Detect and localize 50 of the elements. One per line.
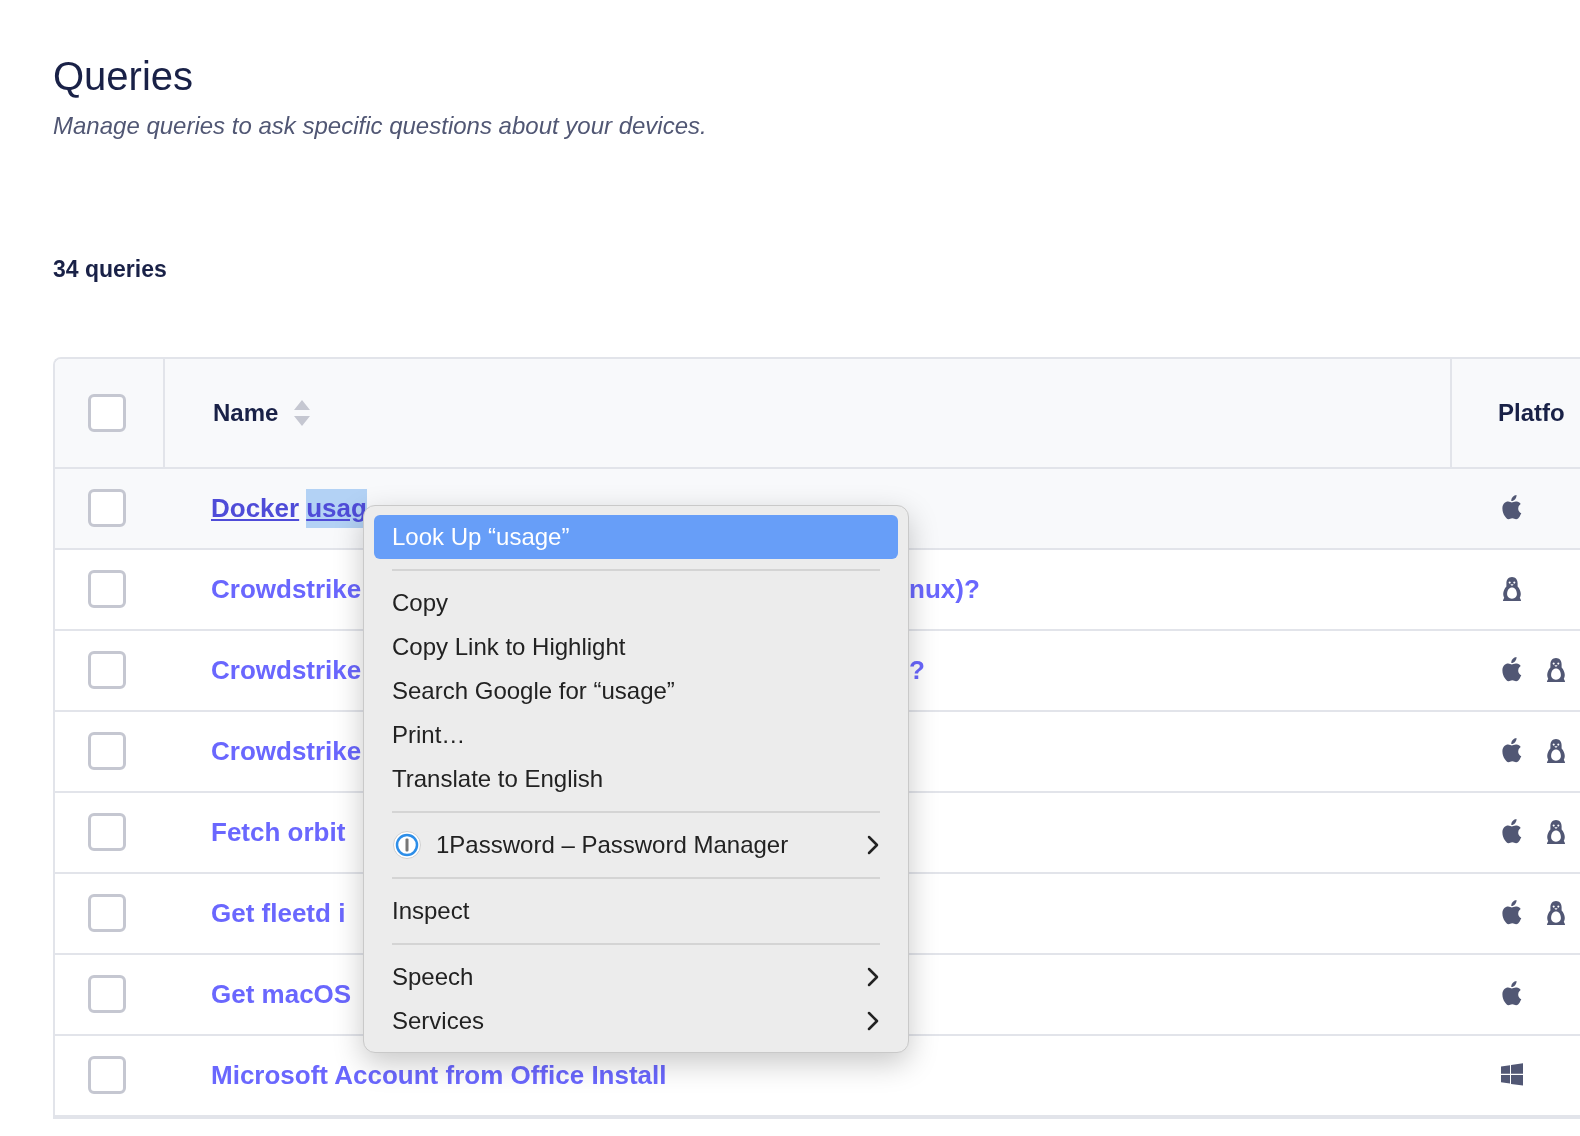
row-checkbox[interactable] [88,651,126,689]
menu-item[interactable]: Search Google for “usage” [374,669,898,713]
chevron-right-icon [866,1010,880,1032]
query-link[interactable]: Fetch orbit [211,812,346,852]
query-link[interactable]: Docker [211,488,300,528]
row-checkbox[interactable] [88,732,126,770]
row-checkbox[interactable] [88,570,126,608]
apple-icon [1500,495,1524,521]
row-checkbox[interactable] [88,975,126,1013]
query-link[interactable]: Crowdstrike [211,569,362,609]
menu-item[interactable]: Services [374,999,898,1043]
select-all-checkbox[interactable] [88,393,126,432]
page-title: Queries [53,53,195,100]
chevron-right-icon [866,834,880,856]
column-header[interactable]: Platfo [1498,394,1565,431]
query-link[interactable]: Get macOS [211,974,352,1014]
menu-item[interactable]: Translate to English [374,757,898,801]
column-header[interactable]: Name [213,394,279,431]
menu-item[interactable]: Copy [374,581,898,625]
penguin-icon [1544,819,1568,845]
query-link[interactable]: Microsoft Account from Office Install [211,1055,667,1095]
penguin-icon [1544,738,1568,764]
query-link[interactable]: ? [909,650,1450,690]
selected-text: usag [306,488,367,528]
chevron-right-icon [866,966,880,988]
menu-item[interactable]: 1Password – Password Manager [374,823,898,867]
apple-icon [1500,900,1524,926]
apple-icon [1500,981,1524,1007]
windows-icon [1500,1062,1524,1088]
row-checkbox[interactable] [88,894,126,932]
apple-icon [1500,738,1524,764]
query-link[interactable]: Crowdstrike [211,731,362,771]
page-subtitle: Manage queries to ask specific questions about your devices. [53,111,708,141]
query-link[interactable]: nux)? [909,569,1450,609]
query-link[interactable]: Get fleetd i [211,893,346,933]
apple-icon [1500,657,1524,683]
key-circle-icon [392,830,422,860]
menu-item[interactable]: Print… [374,713,898,757]
row-checkbox[interactable] [88,813,126,851]
menu-item[interactable]: Inspect [374,889,898,933]
menu-item[interactable]: Speech [374,955,898,999]
apple-icon [1500,819,1524,845]
penguin-icon [1544,657,1568,683]
query-count: 34 queries [53,255,168,284]
row-checkbox[interactable] [88,489,126,527]
penguin-icon [1500,576,1524,602]
row-checkbox[interactable] [88,1056,126,1094]
menu-item[interactable]: Copy Link to Highlight [374,625,898,669]
query-link[interactable]: Crowdstrike [211,650,362,690]
penguin-icon [1544,900,1568,926]
